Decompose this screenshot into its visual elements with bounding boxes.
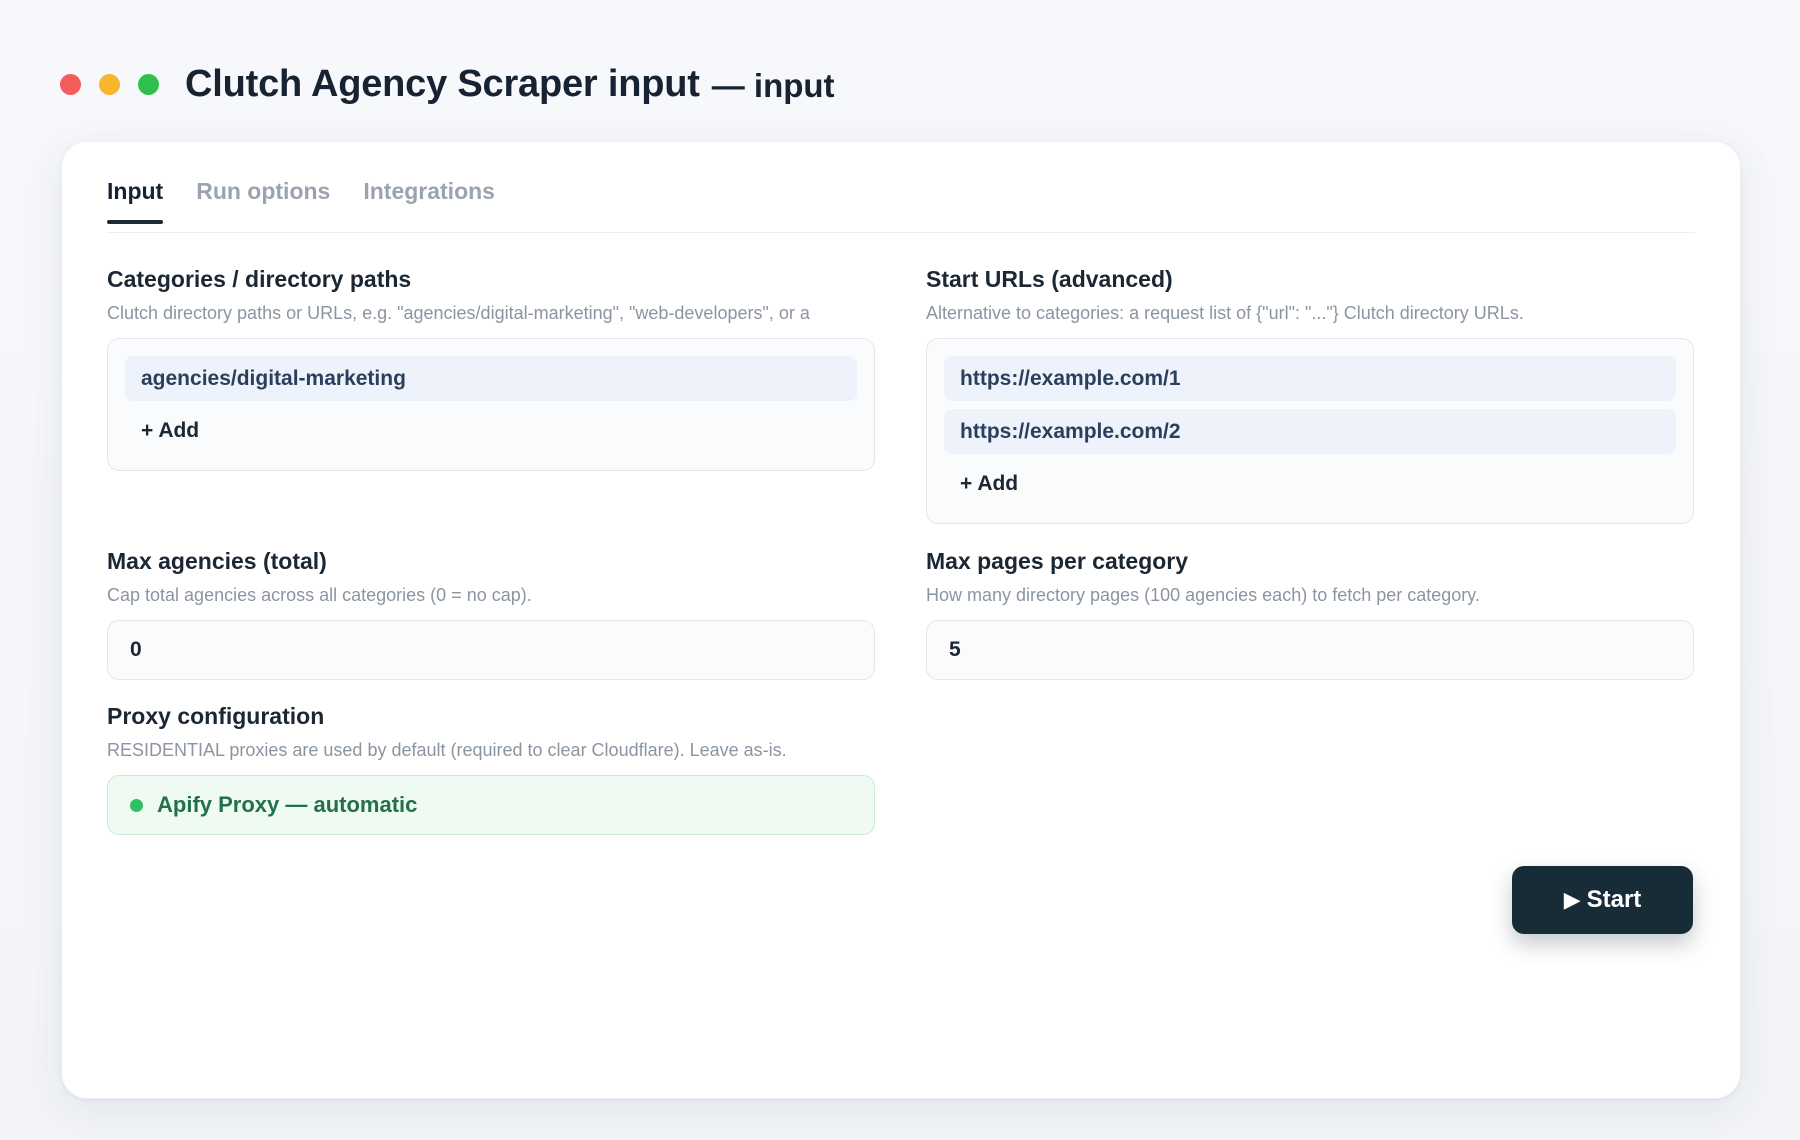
tab-bar: Input Run options Integrations — [107, 178, 495, 224]
tab-input[interactable]: Input — [107, 178, 164, 224]
categories-label: Categories / directory paths — [107, 266, 412, 292]
categories-list: agencies/digital-marketing + Add — [107, 338, 875, 471]
page-title: Clutch Agency Scraper input — [185, 62, 700, 105]
max-agencies-description: Cap total agencies across all categories… — [107, 585, 532, 605]
start-button-label: Start — [1586, 886, 1642, 913]
start-urls-label: Start URLs (advanced) — [926, 266, 1173, 292]
max-pages-input[interactable]: 5 — [926, 620, 1694, 680]
close-window-dot[interactable] — [60, 73, 81, 95]
max-agencies-field: Max agencies (total) Cap total agencies … — [107, 548, 875, 680]
maximize-window-dot[interactable] — [138, 73, 159, 95]
proxy-label: Proxy configuration — [107, 703, 325, 729]
proxy-description: RESIDENTIAL proxies are used by default … — [107, 740, 787, 760]
max-pages-description: How many directory pages (100 agencies e… — [926, 585, 1480, 605]
proxy-field: Proxy configuration RESIDENTIAL proxies … — [107, 703, 875, 835]
start-button[interactable]: ▶ Start — [1512, 866, 1693, 934]
categories-field: Categories / directory paths Clutch dire… — [107, 266, 875, 471]
max-agencies-input[interactable]: 0 — [107, 620, 875, 680]
max-agencies-label: Max agencies (total) — [107, 548, 327, 574]
tab-divider — [107, 232, 1695, 233]
tab-integrations[interactable]: Integrations — [363, 178, 495, 224]
play-icon: ▶ — [1563, 887, 1581, 912]
list-item[interactable]: https://example.com/2 — [944, 409, 1676, 454]
minimize-window-dot[interactable] — [99, 73, 120, 95]
tab-run-options[interactable]: Run options — [196, 178, 330, 224]
list-item[interactable]: agencies/digital-marketing — [125, 356, 857, 401]
proxy-selector[interactable]: Apify Proxy — automatic — [107, 775, 875, 835]
window-titlebar: Clutch Agency Scraper input — input — [60, 58, 835, 110]
input-form-card: Input Run options Integrations Categorie… — [61, 141, 1741, 1099]
proxy-value: Apify Proxy — automatic — [157, 792, 418, 817]
proxy-status-dot-icon — [130, 798, 143, 812]
page-title-suffix: — input — [711, 67, 835, 104]
max-pages-label: Max pages per category — [926, 548, 1189, 574]
add-start-url-button[interactable]: + Add — [944, 462, 1676, 506]
page: Clutch Agency Scraper input — input Inpu… — [0, 0, 1800, 1140]
categories-description: Clutch directory paths or URLs, e.g. "ag… — [107, 303, 810, 323]
add-category-button[interactable]: + Add — [125, 409, 857, 453]
list-item[interactable]: https://example.com/1 — [944, 356, 1676, 401]
start-urls-field: Start URLs (advanced) Alternative to cat… — [926, 266, 1694, 524]
start-urls-description: Alternative to categories: a request lis… — [926, 303, 1524, 323]
max-pages-field: Max pages per category How many director… — [926, 548, 1694, 680]
start-urls-list: https://example.com/1 https://example.co… — [926, 338, 1694, 524]
